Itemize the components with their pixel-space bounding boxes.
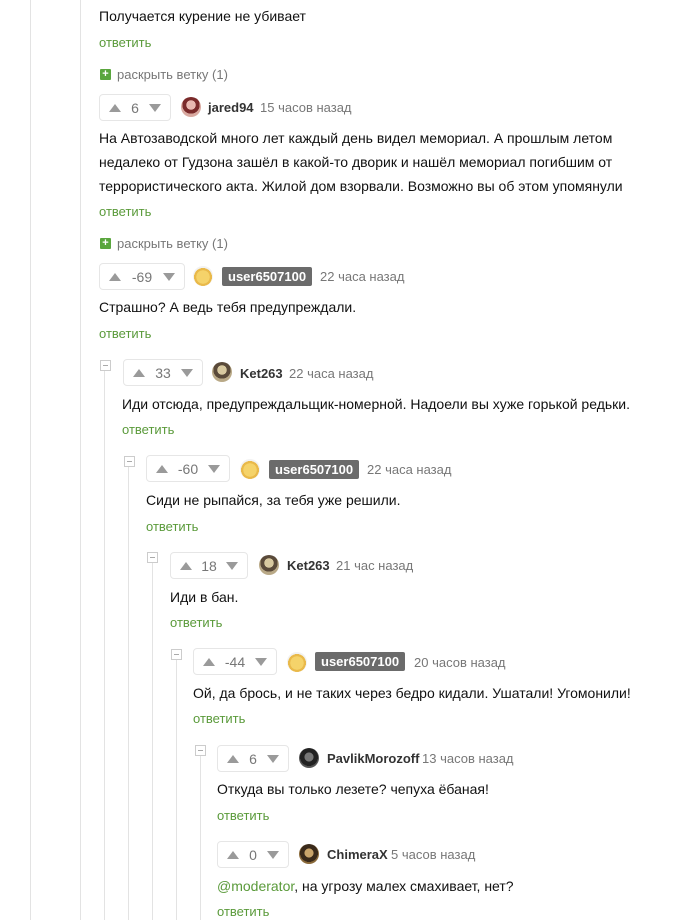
comment-text: Ой, да брось, и не таких через бедро кид… xyxy=(193,685,631,701)
comment-text: @moderator, на угрозу малех смахивает, н… xyxy=(217,878,514,894)
reply-link[interactable]: ответить xyxy=(217,904,269,919)
username-badge[interactable]: user6507100 xyxy=(315,652,406,671)
vote-score: -44 xyxy=(224,653,246,670)
triangle-up-icon[interactable] xyxy=(203,657,215,666)
comment-line: На Автозаводской много лет каждый день в… xyxy=(99,130,613,146)
vote-score: 0 xyxy=(249,846,257,863)
expand-thread-label: раскрыть ветку (1) xyxy=(117,236,228,251)
username[interactable]: jared94 xyxy=(208,100,254,115)
username[interactable]: PavlikMorozoff xyxy=(327,751,419,766)
reply-link[interactable]: ответить xyxy=(146,519,198,534)
timestamp[interactable]: 20 часов назад xyxy=(414,655,506,670)
vote-score: 18 xyxy=(201,557,217,574)
avatar[interactable] xyxy=(240,459,260,479)
vote-score: 6 xyxy=(249,750,257,767)
reply-link[interactable]: ответить xyxy=(217,808,269,823)
username[interactable]: Ket263 xyxy=(240,366,283,381)
username[interactable]: ChimeraX xyxy=(327,847,388,862)
triangle-down-icon[interactable] xyxy=(255,657,267,666)
triangle-up-icon[interactable] xyxy=(180,561,192,570)
thread-line xyxy=(176,658,177,920)
thread-line xyxy=(30,0,31,920)
avatar[interactable] xyxy=(299,748,319,768)
triangle-up-icon[interactable] xyxy=(156,464,168,473)
triangle-up-icon[interactable] xyxy=(109,272,121,281)
triangle-up-icon[interactable] xyxy=(227,850,239,859)
avatar[interactable] xyxy=(193,266,213,286)
avatar[interactable] xyxy=(299,844,319,864)
minus-box-icon[interactable] xyxy=(195,745,206,756)
reply-link[interactable]: ответить xyxy=(99,204,151,219)
vote-score: -69 xyxy=(131,268,153,285)
vote-widget: 0 xyxy=(217,841,289,868)
reply-link[interactable]: ответить xyxy=(99,35,151,50)
minus-box-icon[interactable] xyxy=(124,456,135,467)
username[interactable]: Ket263 xyxy=(287,558,330,573)
triangle-up-icon[interactable] xyxy=(133,368,145,377)
triangle-down-icon[interactable] xyxy=(267,850,279,859)
vote-widget: 6 xyxy=(217,745,289,772)
vote-widget: 33 xyxy=(123,359,203,386)
reply-link[interactable]: ответить xyxy=(193,711,245,726)
plus-icon: + xyxy=(100,238,111,249)
reply-link[interactable]: ответить xyxy=(99,326,151,341)
comment-text-body: , на угрозу малех смахивает, нет? xyxy=(294,878,514,894)
thread-line xyxy=(152,562,153,920)
avatar[interactable] xyxy=(181,97,201,117)
expand-thread-link[interactable]: + раскрыть ветку (1) xyxy=(100,236,228,251)
minus-box-icon[interactable] xyxy=(100,360,111,371)
vote-widget: 6 xyxy=(99,94,171,121)
triangle-down-icon[interactable] xyxy=(208,464,220,473)
expand-thread-label: раскрыть ветку (1) xyxy=(117,67,228,82)
vote-widget: -44 xyxy=(193,648,277,675)
timestamp[interactable]: 21 час назад xyxy=(336,558,413,573)
comment-line: террористического акта. Жилой дом взорва… xyxy=(99,178,623,194)
comment-text: Откуда вы только лезете? чепуха ёбаная! xyxy=(217,781,489,797)
timestamp[interactable]: 15 часов назад xyxy=(260,100,352,115)
username-badge[interactable]: user6507100 xyxy=(222,267,313,286)
triangle-down-icon[interactable] xyxy=(226,561,238,570)
timestamp[interactable]: 22 часа назад xyxy=(320,269,404,284)
minus-box-icon[interactable] xyxy=(147,552,158,563)
triangle-down-icon[interactable] xyxy=(163,272,175,281)
timestamp[interactable]: 13 часов назад xyxy=(422,751,514,766)
triangle-up-icon[interactable] xyxy=(227,754,239,763)
comment-text: Страшно? А ведь тебя предупреждали. xyxy=(99,299,357,315)
expand-thread-link[interactable]: + раскрыть ветку (1) xyxy=(100,67,228,82)
timestamp[interactable]: 22 часа назад xyxy=(289,366,373,381)
reply-link[interactable]: ответить xyxy=(122,422,174,437)
thread-line xyxy=(80,0,81,920)
timestamp[interactable]: 5 часов назад xyxy=(391,847,475,862)
plus-icon: + xyxy=(100,69,111,80)
vote-score: 6 xyxy=(131,99,139,116)
comment-text: Получается курение не убивает xyxy=(99,8,306,24)
comment-text: На Автозаводской много лет каждый день в… xyxy=(99,126,659,198)
thread-line xyxy=(200,754,201,920)
vote-widget: -69 xyxy=(99,263,185,290)
reply-link[interactable]: ответить xyxy=(170,615,222,630)
thread-line xyxy=(128,466,129,920)
vote-widget: -60 xyxy=(146,455,230,482)
vote-widget: 18 xyxy=(170,552,248,579)
comment-text: Иди отсюда, предупреждальщик-номерной. Н… xyxy=(122,396,630,412)
comment-text: Иди в бан. xyxy=(170,589,239,605)
vote-score: -60 xyxy=(177,460,199,477)
triangle-down-icon[interactable] xyxy=(267,754,279,763)
triangle-down-icon[interactable] xyxy=(149,103,161,112)
triangle-up-icon[interactable] xyxy=(109,103,121,112)
thread-line xyxy=(104,370,105,920)
avatar[interactable] xyxy=(212,362,232,382)
triangle-down-icon[interactable] xyxy=(181,368,193,377)
avatar[interactable] xyxy=(287,652,307,672)
comment-line: недалеко от Гудзона зашёл в какой-то дво… xyxy=(99,154,613,170)
vote-score: 33 xyxy=(155,364,171,381)
mention-link[interactable]: @moderator xyxy=(217,878,294,894)
timestamp[interactable]: 22 часа назад xyxy=(367,462,451,477)
comment-text: Сиди не рыпайся, за тебя уже решили. xyxy=(146,492,401,508)
username-badge[interactable]: user6507100 xyxy=(269,460,360,479)
avatar[interactable] xyxy=(259,555,279,575)
minus-box-icon[interactable] xyxy=(171,649,182,660)
